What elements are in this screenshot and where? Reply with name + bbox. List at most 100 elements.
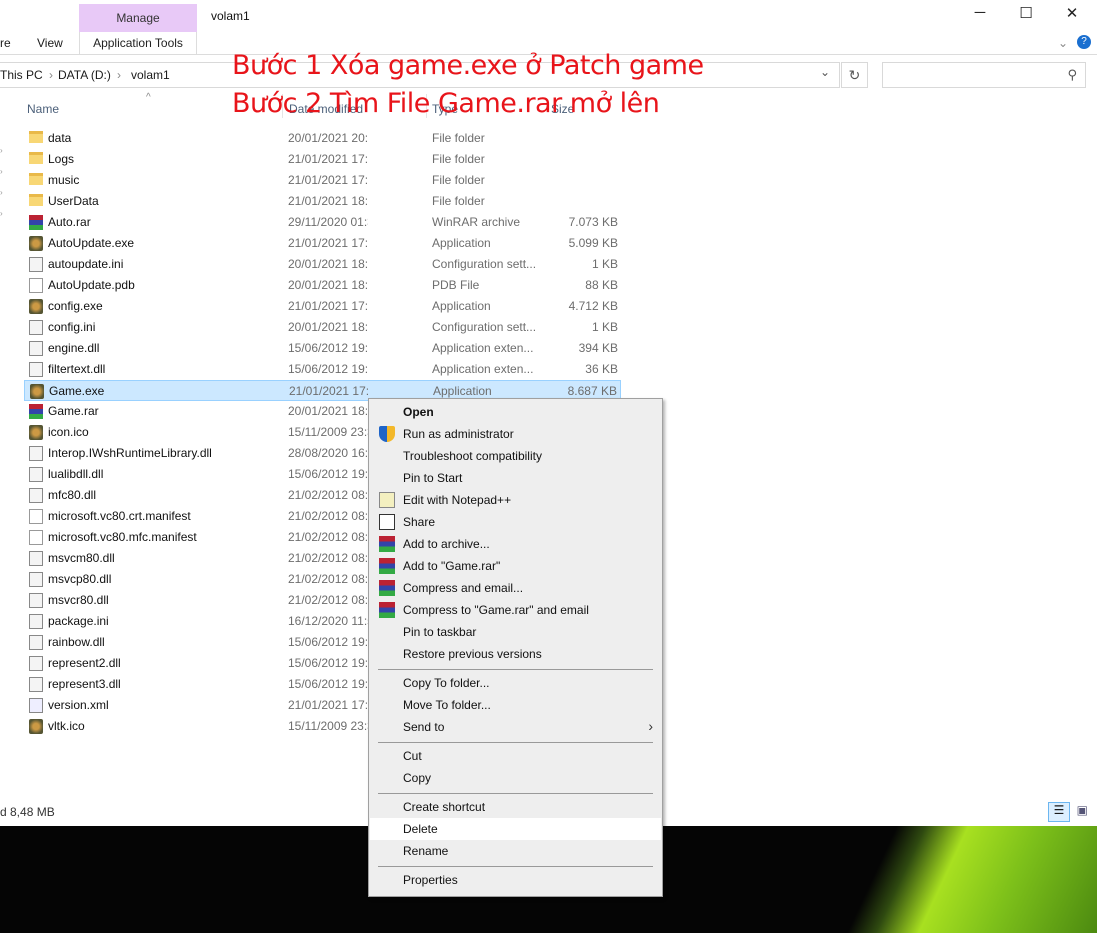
exe-icon	[30, 384, 44, 399]
menu-item-rename[interactable]: Rename	[370, 840, 661, 862]
folder-icon	[29, 131, 43, 143]
file-date: 20/01/2021 18:2	[288, 404, 368, 418]
menu-item-restore-previous-versions[interactable]: Restore previous versions	[370, 643, 661, 665]
file-row[interactable]: engine.dll 15/06/2012 19:44 Application ex…	[24, 338, 621, 359]
file-row[interactable]: UserData 21/01/2021 18:23 File folder	[24, 191, 621, 212]
file-row[interactable]: Logs 21/01/2021 17:45 File folder	[24, 149, 621, 170]
minimize-button[interactable]: ─	[957, 4, 1003, 26]
application-tools-tab[interactable]: Application Tools	[79, 32, 197, 54]
file-row[interactable]: music 21/01/2021 17:45 File folder	[24, 170, 621, 191]
menu-item-label: Move To folder...	[403, 698, 491, 712]
file-row[interactable]: data 20/01/2021 20:44 File folder	[24, 128, 621, 149]
ribbon-expand-icon[interactable]: ⌄	[1058, 36, 1068, 50]
ribbon-tab-view[interactable]: View	[37, 36, 63, 50]
file-date: 15/06/2012 19:44	[288, 362, 368, 376]
breadcrumb-this-pc[interactable]: This PC	[0, 68, 43, 82]
file-date: 15/06/2012 19:44	[288, 341, 368, 355]
file-name: config.exe	[48, 299, 103, 313]
menu-item-label: Compress to "Game.rar" and email	[403, 603, 589, 617]
gear-icon	[29, 614, 43, 629]
close-button[interactable]: ✕	[1049, 4, 1095, 26]
file-date: 20/01/2021 18:24	[288, 257, 368, 271]
file-row[interactable]: config.ini 20/01/2021 18:21 Configuration …	[24, 317, 621, 338]
menu-item-add-to-game-rar[interactable]: Add to "Game.rar"	[370, 555, 661, 577]
file-date: 15/11/2009 23:3	[288, 425, 368, 439]
file-name: autoupdate.ini	[48, 257, 124, 271]
file-date: 15/06/2012 19:4	[288, 467, 368, 481]
ribbon-tab-share[interactable]: re	[0, 36, 11, 50]
file-name: mfc80.dll	[48, 488, 97, 502]
file-type: File folder	[432, 152, 485, 166]
file-size: 36 KB	[585, 362, 618, 376]
file-name: msvcp80.dll	[48, 572, 112, 586]
menu-item-label: Copy	[403, 771, 432, 785]
menu-item-label: Open	[403, 405, 434, 419]
file-row[interactable]: AutoUpdate.pdb 20/01/2021 18:24 PDB File 88…	[24, 275, 621, 296]
menu-item-edit-with-notepad[interactable]: Edit with Notepad++	[370, 489, 661, 511]
file-date: 20/01/2021 18:21	[288, 320, 368, 334]
menu-separator	[378, 742, 653, 743]
file-size: 1 KB	[591, 257, 618, 271]
file-name: Game.rar	[48, 404, 99, 418]
file-date: 21/02/2012 08:4	[288, 551, 368, 565]
shield-icon	[379, 426, 395, 442]
breadcrumb-volam1[interactable]: volam1	[131, 68, 170, 82]
file-type: File folder	[432, 131, 485, 145]
menu-item-copy[interactable]: Copy	[370, 767, 661, 789]
menu-item-copy-to-folder[interactable]: Copy To folder...	[370, 672, 661, 694]
menu-item-label: Send to	[403, 720, 445, 734]
menu-item-label: Add to archive...	[403, 537, 490, 551]
file-date: 16/12/2020 11:5	[288, 614, 368, 628]
xml-icon	[29, 698, 43, 713]
file-row[interactable]: autoupdate.ini 20/01/2021 18:24 Configurat…	[24, 254, 621, 275]
menu-item-label: Compress and email...	[403, 581, 524, 595]
menu-item-compress-and-email[interactable]: Compress and email...	[370, 577, 661, 599]
file-date: 21/01/2021 17:48	[288, 236, 368, 250]
file-row[interactable]: filtertext.dll 15/06/2012 19:44 Applicatio…	[24, 359, 621, 380]
maximize-button[interactable]: ☐	[1003, 4, 1049, 26]
status-bar-text: d 8,48 MB	[0, 805, 55, 819]
menu-item-delete[interactable]: Delete	[370, 818, 661, 840]
search-input[interactable]: ⚲	[882, 62, 1086, 88]
file-type: Application exten...	[432, 341, 534, 355]
details-view-icon[interactable]: ☰	[1048, 802, 1070, 822]
file-date: 21/01/2021 18:23	[288, 194, 368, 208]
file-name: UserData	[48, 194, 99, 208]
menu-item-run-as-administrator[interactable]: Run as administrator	[370, 423, 661, 445]
gear-icon	[29, 362, 43, 377]
file-row[interactable]: config.exe 21/01/2021 17:48 Application 4.7…	[24, 296, 621, 317]
menu-item-pin-to-start[interactable]: Pin to Start	[370, 467, 661, 489]
file-row[interactable]: AutoUpdate.exe 21/01/2021 17:48 Applicatio…	[24, 233, 621, 254]
large-icons-view-icon[interactable]: ▣	[1073, 803, 1091, 821]
file-size: 7.073 KB	[568, 215, 618, 229]
column-header-name[interactable]: Name	[27, 102, 59, 116]
menu-item-share[interactable]: Share	[370, 511, 661, 533]
file-row[interactable]: Auto.rar 29/11/2020 01:32 WinRAR archive 7.…	[24, 212, 621, 233]
menu-item-add-to-archive[interactable]: Add to archive...	[370, 533, 661, 555]
file-name: icon.ico	[48, 425, 89, 439]
exe-icon	[29, 719, 43, 734]
menu-item-cut[interactable]: Cut	[370, 745, 661, 767]
manage-tab[interactable]: Manage	[79, 4, 197, 32]
file-type: Configuration sett...	[432, 257, 537, 271]
nav-pane-expanders[interactable]: › › › ›	[0, 140, 3, 224]
menu-item-label: Run as administrator	[403, 427, 514, 441]
menu-item-pin-to-taskbar[interactable]: Pin to taskbar	[370, 621, 661, 643]
refresh-button[interactable]: ↻	[841, 62, 868, 88]
file-type: File folder	[432, 173, 485, 187]
menu-item-send-to[interactable]: Send to ›	[370, 716, 661, 738]
menu-item-label: Create shortcut	[403, 800, 486, 814]
help-icon[interactable]: ?	[1077, 35, 1091, 49]
menu-item-move-to-folder[interactable]: Move To folder...	[370, 694, 661, 716]
file-date: 28/08/2020 16:4	[288, 446, 368, 460]
file-name: config.ini	[48, 320, 96, 334]
breadcrumb-data-drive[interactable]: DATA (D:)	[58, 68, 111, 82]
menu-item-properties[interactable]: Properties	[370, 869, 661, 891]
menu-item-compress-to-game-rar-and-email[interactable]: Compress to "Game.rar" and email	[370, 599, 661, 621]
menu-item-open[interactable]: Open	[370, 401, 661, 423]
menu-item-troubleshoot-compatibility[interactable]: Troubleshoot compatibility	[370, 445, 661, 467]
folder-icon	[29, 194, 43, 206]
menu-item-create-shortcut[interactable]: Create shortcut	[370, 796, 661, 818]
sort-up-icon: ^	[146, 92, 151, 103]
chevron-down-icon[interactable]: ⌄	[820, 65, 830, 79]
